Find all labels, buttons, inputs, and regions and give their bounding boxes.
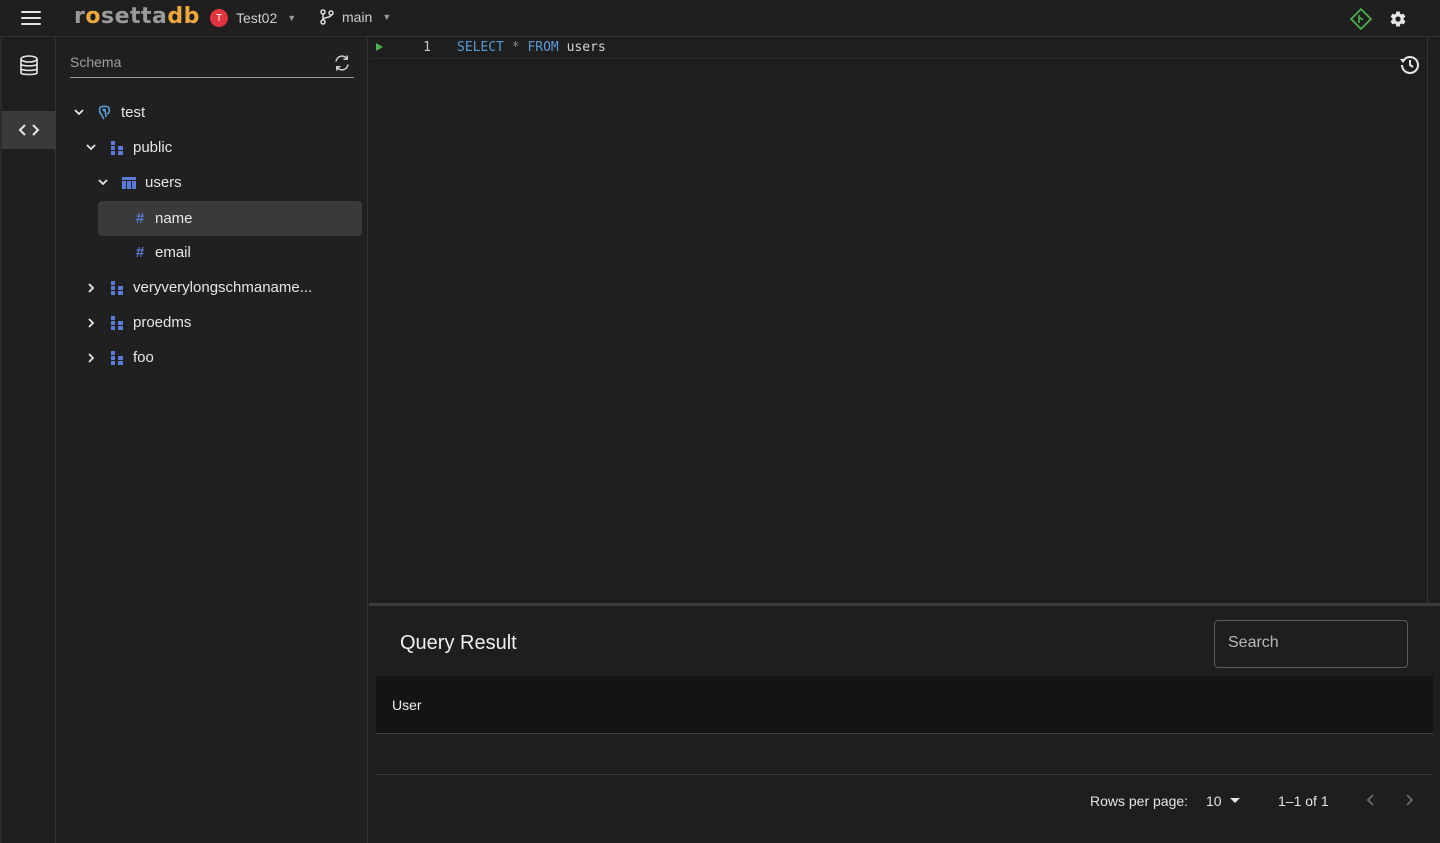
tree-item-column-email[interactable]: # email xyxy=(133,235,191,270)
branch-name: main xyxy=(342,9,373,25)
editor-line[interactable]: 1 SELECT * FROM users xyxy=(369,38,1427,59)
history-icon[interactable] xyxy=(1398,53,1422,77)
tree-label: proedms xyxy=(133,314,192,331)
code-icon xyxy=(18,124,40,136)
keyword-token: SELECT xyxy=(457,40,504,55)
schema-search-field[interactable] xyxy=(70,52,354,78)
tree-label: users xyxy=(145,174,182,191)
editor-scrollbar[interactable] xyxy=(1427,38,1440,603)
tree-item-schema-proedms[interactable]: proedms xyxy=(83,305,191,340)
chevron-left-icon xyxy=(1366,794,1374,806)
column-hash-icon: # xyxy=(135,244,145,261)
app-logo[interactable]: rosettadb xyxy=(74,4,200,29)
schema-tree-icon xyxy=(109,350,125,366)
tree-label: foo xyxy=(133,349,154,366)
chevron-right-icon[interactable] xyxy=(83,280,99,296)
sql-editor[interactable]: 1 SELECT * FROM users xyxy=(369,38,1440,603)
org-name: Test02 xyxy=(236,10,278,26)
settings-gear-icon[interactable] xyxy=(1387,8,1409,30)
next-page-button[interactable] xyxy=(1400,790,1420,810)
logo-text-part1: r xyxy=(74,4,86,29)
top-bar: rosettadb T Test02 ▼ main ▼ xyxy=(0,0,1440,37)
logo-o-glyph: o xyxy=(85,4,101,29)
git-sync-icon[interactable] xyxy=(1350,8,1372,30)
pagination-range: 1–1 of 1 xyxy=(1278,793,1329,809)
caret-down-icon: ▼ xyxy=(382,12,392,22)
chevron-right-icon xyxy=(1406,794,1414,806)
tree-label: name xyxy=(155,210,193,227)
rows-per-page-label: Rows per page: xyxy=(1090,793,1189,809)
chevron-down-icon[interactable] xyxy=(95,175,111,191)
run-line-icon[interactable] xyxy=(376,43,383,51)
tree-item-column-name[interactable]: # name xyxy=(98,201,362,236)
logo-text-part3: db xyxy=(167,4,200,29)
column-hash-icon: # xyxy=(135,210,145,227)
chevron-right-icon[interactable] xyxy=(83,315,99,331)
identifier-token: users xyxy=(566,40,606,55)
rail-code-button[interactable] xyxy=(2,111,56,149)
tree-item-schema-public[interactable]: public xyxy=(83,130,172,165)
query-result-panel: Query Result User Rows per page: 10 1–1 … xyxy=(369,606,1440,843)
line-number: 1 xyxy=(423,40,431,55)
tree-label: veryverylongschmaname... xyxy=(133,279,313,296)
chevron-right-icon[interactable] xyxy=(83,350,99,366)
rows-per-page-value: 10 xyxy=(1206,793,1222,809)
schema-search-input[interactable] xyxy=(70,52,320,70)
previous-page-button[interactable] xyxy=(1360,790,1380,810)
tree-item-database[interactable]: test xyxy=(71,95,145,130)
tree-item-schema-long[interactable]: veryverylongschmaname... xyxy=(83,270,312,305)
table-header: User xyxy=(376,676,1433,734)
table-divider xyxy=(376,774,1433,775)
result-title: Query Result xyxy=(400,632,517,654)
tree-label: email xyxy=(155,244,191,261)
operator-token: * xyxy=(511,40,520,55)
logo-text-part2: setta xyxy=(100,4,168,29)
rail-database-button[interactable] xyxy=(2,47,56,85)
menu-icon[interactable] xyxy=(21,11,41,25)
rows-per-page-select[interactable]: 10 xyxy=(1206,793,1240,809)
tree-item-table-users[interactable]: users xyxy=(95,165,182,200)
column-header-user[interactable]: User xyxy=(392,697,422,713)
branch-selector[interactable]: main ▼ xyxy=(320,9,391,25)
result-search-field[interactable] xyxy=(1214,620,1408,668)
schema-tree-icon xyxy=(109,280,125,296)
chevron-down-icon[interactable] xyxy=(71,105,87,121)
org-avatar: T xyxy=(210,9,228,27)
git-branch-icon xyxy=(320,9,334,25)
left-rail xyxy=(0,38,56,843)
keyword-token: FROM xyxy=(527,40,559,55)
table-icon xyxy=(121,175,137,191)
code-line[interactable]: SELECT * FROM users xyxy=(457,40,606,55)
postgres-elephant-icon xyxy=(97,105,113,121)
caret-down-icon xyxy=(1229,798,1240,803)
refresh-icon[interactable] xyxy=(330,52,354,74)
tree-label: public xyxy=(133,139,173,156)
schema-tree-icon xyxy=(109,315,125,331)
schema-panel: test public xyxy=(57,38,368,843)
org-selector[interactable]: T Test02 ▼ xyxy=(210,9,296,27)
tree-label: test xyxy=(121,104,146,121)
tree-item-schema-foo[interactable]: foo xyxy=(83,340,154,375)
schema-tree-icon xyxy=(109,140,125,156)
caret-down-icon: ▼ xyxy=(287,13,297,23)
chevron-down-icon[interactable] xyxy=(83,140,99,156)
result-search-input[interactable] xyxy=(1228,634,1398,652)
database-icon xyxy=(20,55,38,76)
